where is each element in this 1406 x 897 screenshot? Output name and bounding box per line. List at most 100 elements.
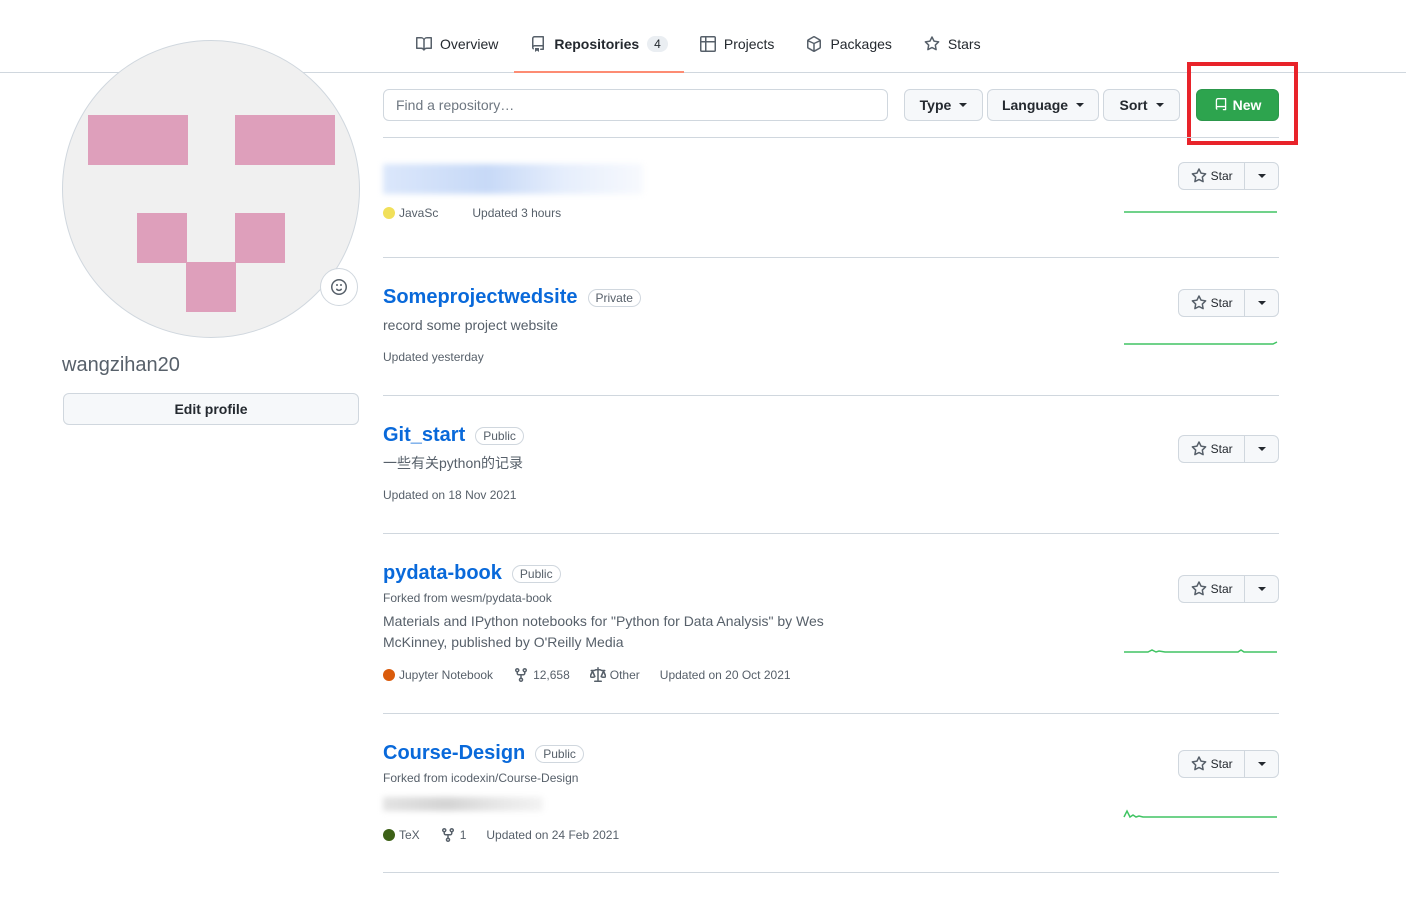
tab-repositories[interactable]: Repositories 4	[514, 22, 684, 73]
forked-from: Forked from wesm/pydata-book	[383, 591, 1279, 605]
divider	[383, 395, 1279, 396]
smiley-icon	[331, 279, 347, 295]
type-filter-label: Type	[919, 97, 952, 113]
repo-count-badge: 4	[647, 35, 668, 52]
repo-updated: Updated on 20 Oct 2021	[659, 668, 791, 682]
star-button[interactable]: Star	[1179, 436, 1246, 462]
repo-meta: JavaSc Updated 3 hours	[383, 206, 581, 220]
forked-from-link[interactable]: Forked from icodexin/Course-Design	[383, 771, 578, 785]
fork-icon	[515, 667, 528, 683]
fork-count: 12,658	[533, 668, 570, 682]
repo-language: TeX	[383, 828, 420, 842]
language-filter-button[interactable]: Language	[987, 89, 1099, 121]
caret-down-icon	[1155, 103, 1164, 107]
star-button[interactable]: Star	[1179, 163, 1246, 189]
repo-name-link[interactable]: Git_start	[383, 424, 465, 447]
set-status-button[interactable]	[320, 268, 358, 306]
star-label: Star	[1210, 757, 1233, 771]
star-icon	[1191, 168, 1207, 183]
avatar-pixel	[235, 115, 335, 165]
avatar-pixel	[235, 213, 285, 263]
avatar-pixel	[186, 262, 236, 312]
star-icon	[1191, 581, 1207, 596]
star-label: Star	[1210, 442, 1233, 456]
sort-label: Sort	[1119, 97, 1148, 113]
book-icon	[416, 36, 432, 51]
repo-name-link[interactable]: Course-Design	[383, 742, 525, 765]
tab-label: Stars	[947, 35, 981, 52]
forked-from-link[interactable]: Forked from wesm/pydata-book	[383, 591, 552, 605]
repo-meta: Jupyter Notebook 12,658 Other Updated on…	[383, 667, 1279, 683]
divider	[383, 137, 1279, 138]
profile-tabs: Overview Repositories 4 Projects Package…	[400, 22, 997, 73]
repo-language: JavaSc	[383, 206, 438, 220]
repo-meta: Updated on 18 Nov 2021	[383, 488, 1279, 502]
activity-sparkline	[1123, 809, 1277, 819]
visibility-badge: Public	[511, 564, 561, 583]
repo-description: record some project website	[383, 317, 559, 333]
tab-stars[interactable]: Stars	[908, 22, 997, 73]
avatar-pixel	[137, 213, 187, 263]
star-button-group: Star	[1178, 162, 1279, 190]
caret-down-icon	[1257, 762, 1266, 766]
language-color-dot	[383, 829, 395, 841]
type-filter-button[interactable]: Type	[904, 89, 983, 121]
star-button[interactable]: Star	[1179, 576, 1246, 602]
star-button-group: Star	[1178, 750, 1279, 778]
avatar[interactable]	[62, 40, 360, 338]
repo-name-link[interactable]: Someprojectwedsite	[383, 286, 578, 309]
license-name: Other	[609, 668, 640, 682]
redacted-text	[383, 797, 543, 811]
divider	[383, 872, 1279, 873]
star-label: Star	[1210, 582, 1233, 596]
repo-forks[interactable]: 1	[440, 827, 467, 843]
repo-icon	[532, 35, 545, 52]
repo-search-input[interactable]	[383, 89, 888, 121]
caret-down-icon	[1257, 447, 1266, 451]
star-list-dropdown[interactable]	[1245, 290, 1278, 316]
star-list-dropdown[interactable]	[1245, 576, 1278, 602]
repo-name-link[interactable]: pydata-book	[383, 562, 502, 585]
star-list-dropdown[interactable]	[1245, 436, 1278, 462]
activity-sparkline	[1124, 649, 1277, 653]
language-color-dot	[383, 207, 395, 219]
redacted-repo-name	[383, 164, 643, 194]
star-icon	[1191, 756, 1207, 771]
package-icon	[807, 35, 822, 52]
sort-button[interactable]: Sort	[1103, 89, 1180, 121]
language-name: Jupyter Notebook	[399, 668, 494, 682]
tab-overview[interactable]: Overview	[400, 22, 514, 73]
caret-down-icon	[1257, 587, 1266, 591]
repo-updated: Updated on 24 Feb 2021	[486, 828, 620, 842]
table-icon	[699, 35, 716, 52]
new-repository-button[interactable]: New	[1196, 89, 1279, 121]
avatar-pixel	[88, 115, 188, 165]
repo-description: Materials and IPython notebooks for "Pyt…	[383, 613, 824, 650]
tab-label: Overview	[440, 35, 499, 52]
law-icon	[589, 667, 606, 682]
star-button[interactable]: Star	[1179, 290, 1246, 316]
new-label: New	[1232, 97, 1262, 113]
repo-icon	[1215, 98, 1226, 111]
forked-from: Forked from icodexin/Course-Design	[383, 771, 1279, 785]
activity-sparkline	[1124, 341, 1278, 345]
edit-profile-button[interactable]: Edit profile	[63, 393, 359, 425]
tab-projects[interactable]: Projects	[684, 22, 791, 73]
caret-down-icon	[1076, 103, 1085, 107]
fork-count: 1	[459, 828, 467, 842]
username: wangzihan20	[62, 354, 180, 376]
repo-forks[interactable]: 12,658	[513, 667, 570, 683]
star-button-group: Star	[1178, 289, 1279, 317]
star-button[interactable]: Star	[1179, 751, 1246, 777]
tab-label: Repositories	[554, 35, 640, 52]
star-icon	[1191, 441, 1207, 456]
repo-updated: Updated 3 hours	[472, 206, 562, 220]
star-list-dropdown[interactable]	[1245, 163, 1278, 189]
caret-down-icon	[1257, 174, 1266, 178]
star-label: Star	[1210, 296, 1233, 310]
star-list-dropdown[interactable]	[1245, 751, 1278, 777]
fork-icon	[441, 827, 454, 843]
star-icon	[1191, 295, 1207, 310]
tab-packages[interactable]: Packages	[790, 22, 907, 73]
caret-down-icon	[959, 103, 968, 107]
